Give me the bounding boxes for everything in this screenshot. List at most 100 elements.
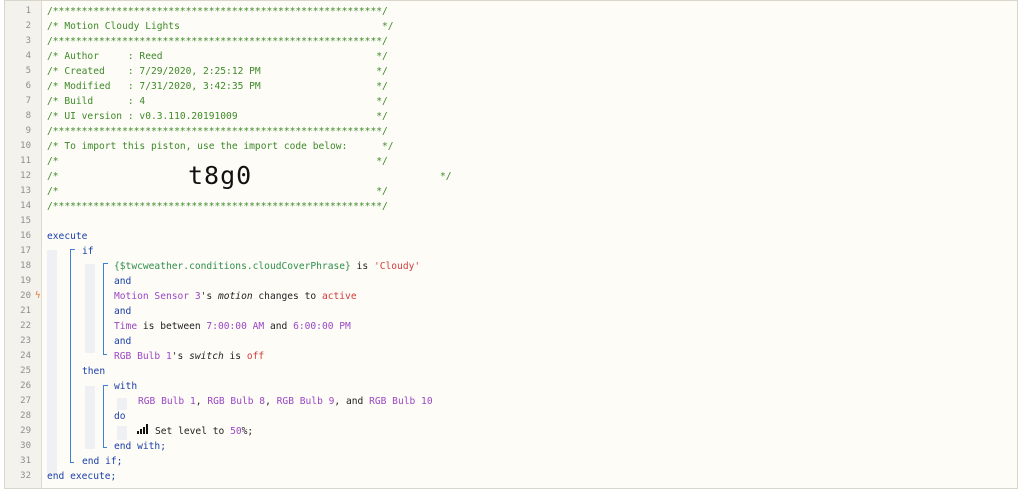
indent-guide	[117, 426, 127, 440]
and-operator[interactable]: and	[114, 334, 131, 349]
line-number: 18	[20, 261, 31, 271]
with-block-bracket-end	[103, 447, 107, 448]
line-number: 30	[20, 441, 31, 451]
do-keyword[interactable]: do	[114, 409, 126, 424]
line-number: 29	[20, 426, 31, 436]
author-line: /* Author : Reed */	[47, 51, 388, 62]
possessive-text: 's	[171, 351, 190, 362]
line-number: 21	[20, 306, 31, 316]
signal-bars-icon	[137, 424, 149, 439]
attribute-motion: motion	[217, 291, 253, 302]
header-code-suffix: */	[440, 171, 452, 182]
line-number-gutter: 1 2 3 4 5 6 7 8 9 10 11 12 13 14 15 16 17 18 19 20 21 22 23 24 2…	[5, 1, 42, 488]
device-rgb-bulb-1: RGB Bulb 1	[138, 396, 196, 407]
with-block-bracket	[103, 385, 108, 448]
header-border: /***************************************…	[47, 36, 388, 47]
line-number: 17	[20, 246, 31, 256]
header-border: /***************************************…	[47, 126, 388, 137]
build-line: /* Build : 4 */	[47, 96, 388, 107]
off-value: off	[246, 351, 265, 362]
line-number: 31	[20, 456, 31, 466]
line-number: 4	[25, 51, 31, 61]
indent-guide	[85, 264, 95, 353]
line-number: 11	[20, 156, 31, 166]
condition-motion[interactable]: Motion Sensor 3's motion changes to acti…	[114, 289, 357, 304]
condition-cloud-cover[interactable]: {$twcweather.conditions.cloudCoverPhrase…	[114, 259, 420, 274]
modified-line: /* Modified : 7/31/2020, 3:42:35 PM */	[47, 81, 388, 92]
line-number: 1	[25, 6, 31, 16]
operator-text: is	[223, 351, 247, 362]
task-set-level[interactable]: Set level to 50%;	[137, 424, 253, 439]
line-number: 19	[20, 276, 31, 286]
line-number: 3	[25, 36, 31, 46]
cloudy-value: 'Cloudy'	[373, 261, 421, 272]
task-end-text: %;	[241, 426, 254, 437]
operator-text: changes to	[252, 291, 322, 302]
cloud-cover-variable: {$twcweather.conditions.cloudCoverPhrase…	[114, 261, 351, 272]
line-number: 13	[20, 186, 31, 196]
line-number: 23	[20, 336, 31, 346]
if-block-bracket	[70, 249, 75, 463]
line-number: 9	[25, 126, 31, 136]
piston-viewer: 1 2 3 4 5 6 7 8 9 10 11 12 13 14 15 16 17 18 19 20 21 22 23 24 2…	[4, 0, 1018, 489]
piston-title: /* Motion Cloudy Lights */	[47, 21, 394, 32]
line-number: 14	[20, 201, 31, 211]
line-number: 15	[20, 216, 31, 226]
ui-version-line: /* UI version : v0.3.110.20191009 */	[47, 111, 388, 122]
conditions-bracket	[103, 263, 108, 355]
if-keyword[interactable]: if	[82, 244, 94, 259]
header-border-bottom: /***************************************…	[47, 201, 388, 212]
with-keyword[interactable]: with	[114, 379, 137, 394]
line-number: 7	[25, 96, 31, 106]
line-number: 2	[25, 21, 31, 31]
device-rgb-bulb-9: RGB Bulb 9	[276, 396, 335, 407]
time-operand: Time	[114, 321, 138, 332]
task-text: Set level to	[155, 426, 231, 437]
header-code-prefix: /*	[47, 171, 59, 182]
time-start-value: 7:00:00 AM	[206, 321, 265, 332]
line-number: 26	[20, 381, 31, 391]
device-list[interactable]: RGB Bulb 1, RGB Bulb 8, RGB Bulb 9, and …	[138, 394, 433, 409]
lightning-icon: ϟ	[35, 291, 41, 301]
line-number: 16	[20, 231, 31, 241]
list-separator: ,	[195, 396, 208, 407]
line-number: 12	[20, 171, 31, 181]
line-number: 32	[20, 471, 31, 481]
line-number: 24	[20, 351, 31, 361]
line-number: 8	[25, 111, 31, 121]
device-rgb-bulb-10: RGB Bulb 10	[369, 396, 433, 407]
condition-time[interactable]: Time is between 7:00:00 AM and 6:00:00 P…	[114, 319, 351, 334]
line-number: 5	[25, 66, 31, 76]
execute-keyword[interactable]: execute	[47, 229, 87, 244]
line-number: 6	[25, 81, 31, 91]
line-number: 27	[20, 396, 31, 406]
then-keyword[interactable]: then	[82, 364, 105, 379]
line-number: 20	[20, 291, 31, 301]
line-number: 10	[20, 141, 31, 151]
attribute-switch: switch	[189, 351, 224, 362]
header-blank-line: /* */	[47, 186, 388, 197]
device-motion-sensor-3: Motion Sensor 3	[114, 291, 201, 302]
active-value: active	[321, 291, 357, 302]
line-number: 28	[20, 411, 31, 421]
created-line: /* Created : 7/29/2020, 2:25:12 PM */	[47, 66, 388, 77]
conditions-bracket-end	[103, 354, 107, 355]
operator-text: is	[350, 261, 374, 272]
device-rgb-bulb-8: RGB Bulb 8	[207, 396, 266, 407]
operator-text: and	[264, 321, 294, 332]
end-if-keyword[interactable]: end if;	[82, 454, 122, 469]
and-operator[interactable]: and	[114, 304, 131, 319]
operator-text: is between	[137, 321, 207, 332]
line-number: 25	[20, 366, 31, 376]
and-operator[interactable]: and	[114, 274, 131, 289]
if-block-bracket-end	[70, 462, 74, 463]
indent-guide	[85, 386, 95, 449]
possessive-text: 's	[200, 291, 218, 302]
end-with-keyword[interactable]: end with;	[114, 439, 166, 454]
import-note-line: /* To import this piston, use the import…	[47, 141, 394, 152]
list-separator: ,	[265, 396, 277, 407]
header-border-top: /***************************************…	[47, 6, 388, 17]
end-execute-keyword[interactable]: end execute;	[47, 469, 116, 484]
list-separator: , and	[334, 396, 370, 407]
condition-switch[interactable]: RGB Bulb 1's switch is off	[114, 349, 264, 364]
